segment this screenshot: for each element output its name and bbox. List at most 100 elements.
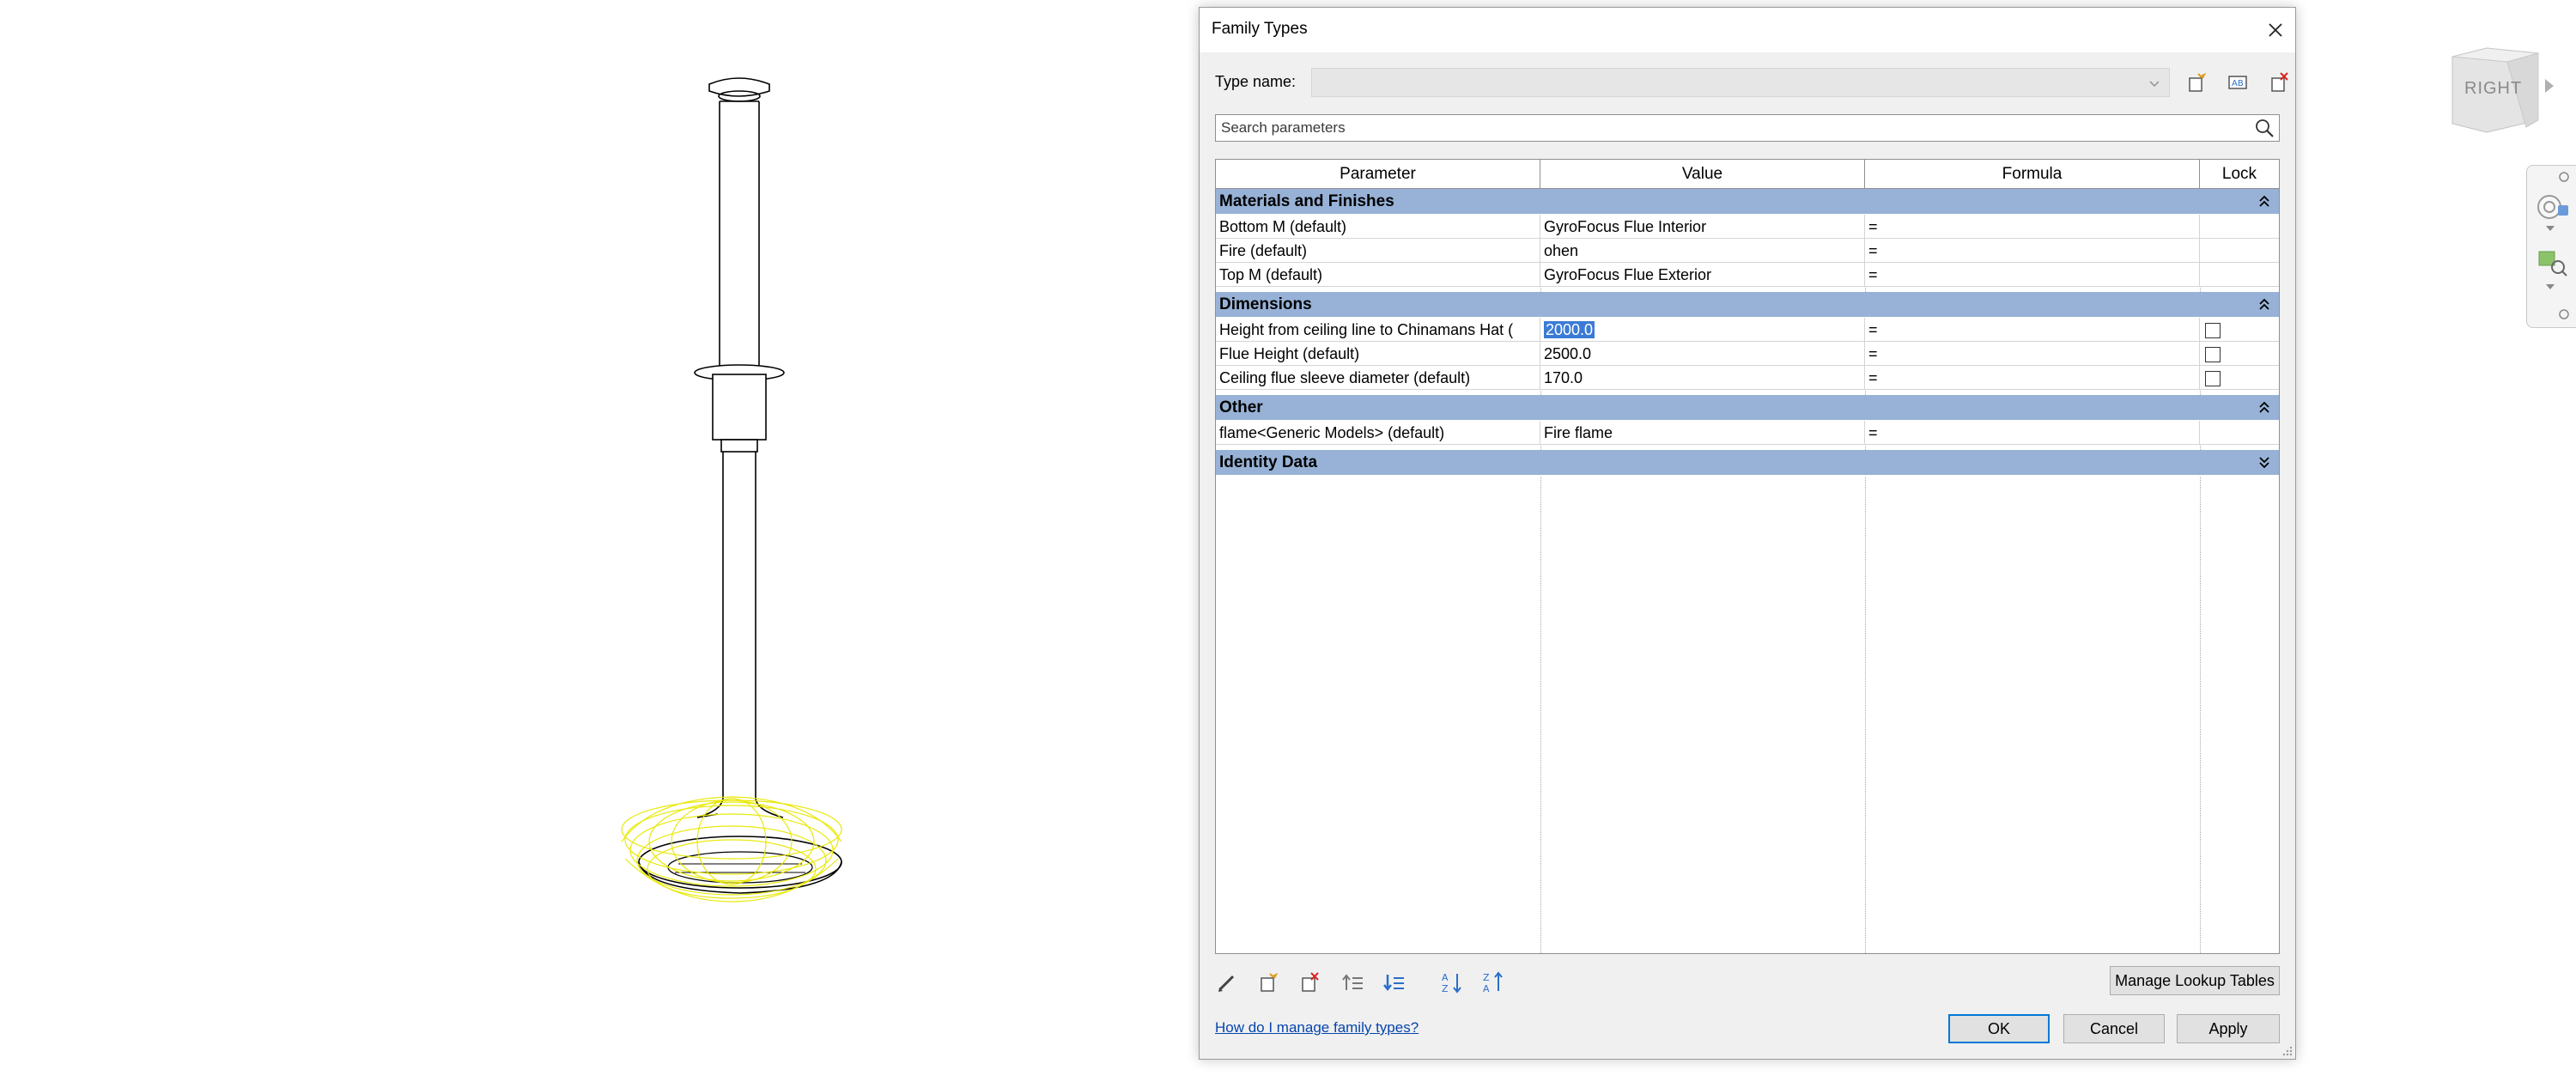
- column-header-lock[interactable]: Lock: [2200, 160, 2279, 189]
- parameter-formula[interactable]: =: [1865, 263, 2200, 287]
- new-type-icon: [2189, 72, 2207, 92]
- help-link[interactable]: How do I manage family types?: [1215, 1019, 1419, 1036]
- chevron-down-icon: [2149, 81, 2160, 88]
- parameter-formula[interactable]: =: [1865, 239, 2200, 263]
- delete-type-button[interactable]: [2264, 68, 2293, 97]
- parameter-name: Top M (default): [1216, 263, 1540, 287]
- parameter-formula[interactable]: =: [1865, 421, 2200, 445]
- fireplace-flue-model: [638, 77, 842, 894]
- parameter-formula[interactable]: =: [1865, 318, 2200, 342]
- new-parameter-icon: [1261, 972, 1279, 992]
- close-button[interactable]: [2256, 8, 2295, 52]
- move-down-button[interactable]: [1378, 968, 1409, 997]
- type-name-dropdown[interactable]: [1311, 68, 2170, 97]
- lock-checkbox[interactable]: [2205, 347, 2221, 362]
- edit-parameter-icon: [1218, 975, 1235, 992]
- apply-button[interactable]: Apply: [2177, 1014, 2280, 1043]
- parameter-lock: [2200, 366, 2279, 390]
- grid-header: Parameter Value Formula Lock: [1216, 160, 2279, 189]
- collapse-icon[interactable]: [2258, 194, 2270, 208]
- svg-text:Z: Z: [1483, 972, 1490, 983]
- new-parameter-button[interactable]: [1253, 968, 1284, 997]
- group-header-identity-data[interactable]: Identity Data: [1216, 450, 2279, 476]
- column-header-parameter[interactable]: Parameter: [1216, 160, 1540, 189]
- parameter-lock: [2200, 239, 2279, 263]
- group-label: Dimensions: [1219, 295, 1312, 313]
- flame-wireframe: [621, 796, 842, 903]
- parameter-name: Ceiling flue sleeve diameter (default): [1216, 366, 1540, 390]
- parameter-name: flame<Generic Models> (default): [1216, 421, 1540, 445]
- parameter-value[interactable]: ohen: [1540, 239, 1865, 263]
- table-row[interactable]: Top M (default) GyroFocus Flue Exterior …: [1216, 263, 2279, 287]
- parameter-value[interactable]: GyroFocus Flue Exterior: [1540, 263, 1865, 287]
- delete-parameter-button[interactable]: [1294, 968, 1325, 997]
- selected-value-text[interactable]: 2000.0: [1544, 321, 1595, 338]
- ok-button[interactable]: OK: [1948, 1014, 2050, 1043]
- parameter-value[interactable]: Fire flame: [1540, 421, 1865, 445]
- table-row[interactable]: Bottom M (default) GyroFocus Flue Interi…: [1216, 215, 2279, 239]
- steering-wheel-icon[interactable]: [2534, 191, 2572, 222]
- group-header-dimensions[interactable]: Dimensions: [1216, 292, 2279, 318]
- parameter-name: Bottom M (default): [1216, 215, 1540, 239]
- dialog-titlebar[interactable]: Family Types: [1200, 8, 2295, 52]
- delete-type-icon: [2271, 72, 2288, 92]
- move-up-button[interactable]: [1337, 968, 1368, 997]
- svg-text:A: A: [1442, 972, 1449, 983]
- cancel-button[interactable]: Cancel: [2063, 1014, 2165, 1043]
- move-down-icon: [1383, 975, 1404, 992]
- zoom-icon[interactable]: [2534, 248, 2572, 279]
- parameters-grid: Parameter Value Formula Lock Materials a…: [1215, 159, 2280, 954]
- svg-text:Z: Z: [1442, 983, 1449, 994]
- nav-options-icon[interactable]: [2558, 308, 2570, 320]
- manage-lookup-tables-button[interactable]: Manage Lookup Tables: [2110, 966, 2280, 995]
- group-label: Other: [1219, 398, 1263, 416]
- close-nav-bar-icon[interactable]: [2558, 171, 2570, 183]
- close-icon: [2269, 23, 2282, 37]
- svg-text:A: A: [1483, 983, 1490, 994]
- search-icon[interactable]: [2253, 117, 2275, 139]
- parameter-formula[interactable]: =: [1865, 342, 2200, 366]
- collapse-icon[interactable]: [2258, 400, 2270, 414]
- parameter-value-input[interactable]: 2000.0: [1540, 318, 1865, 342]
- group-label: Identity Data: [1219, 453, 1318, 471]
- expand-icon[interactable]: [2258, 455, 2270, 469]
- collapse-icon[interactable]: [2258, 297, 2270, 311]
- dialog-title: Family Types: [1212, 20, 1308, 38]
- group-label: Materials and Finishes: [1219, 192, 1394, 210]
- move-up-icon: [1342, 974, 1363, 990]
- new-type-button[interactable]: [2182, 68, 2211, 97]
- group-header-other[interactable]: Other: [1216, 395, 2279, 421]
- sort-ascending-button[interactable]: A Z: [1437, 968, 1467, 997]
- sort-ascending-icon: A Z: [1442, 972, 1461, 994]
- parameter-lock: [2200, 342, 2279, 366]
- parameter-formula[interactable]: =: [1865, 215, 2200, 239]
- parameter-value[interactable]: 170.0: [1540, 366, 1865, 390]
- lock-checkbox[interactable]: [2205, 371, 2221, 386]
- parameter-lock: [2200, 318, 2279, 342]
- sort-descending-button[interactable]: Z A: [1478, 968, 1509, 997]
- navigation-bar: [2526, 165, 2576, 328]
- table-row[interactable]: Fire (default) ohen =: [1216, 239, 2279, 263]
- search-parameters-box: [1215, 114, 2280, 142]
- rename-type-icon: AB: [2228, 76, 2247, 89]
- column-header-formula[interactable]: Formula: [1865, 160, 2200, 189]
- parameter-value[interactable]: 2500.0: [1540, 342, 1865, 366]
- resize-grip-icon[interactable]: [2281, 1045, 2293, 1057]
- table-row[interactable]: flame<Generic Models> (default) Fire fla…: [1216, 421, 2279, 445]
- parameter-lock: [2200, 263, 2279, 287]
- chevron-down-icon[interactable]: [2544, 283, 2556, 291]
- rename-type-button[interactable]: AB: [2223, 68, 2252, 97]
- group-header-materials[interactable]: Materials and Finishes: [1216, 189, 2279, 215]
- edit-parameter-button[interactable]: [1212, 968, 1242, 997]
- search-input[interactable]: [1219, 117, 2241, 139]
- column-header-value[interactable]: Value: [1540, 160, 1865, 189]
- view-cube[interactable]: RIGHT: [2435, 41, 2555, 144]
- chevron-down-icon[interactable]: [2544, 224, 2556, 233]
- table-row[interactable]: Height from ceiling line to Chinamans Ha…: [1216, 318, 2279, 342]
- table-row[interactable]: Flue Height (default) 2500.0 =: [1216, 342, 2279, 366]
- lock-checkbox[interactable]: [2205, 323, 2221, 338]
- parameter-value[interactable]: GyroFocus Flue Interior: [1540, 215, 1865, 239]
- view-cube-face-label: RIGHT: [2464, 79, 2523, 98]
- table-row[interactable]: Ceiling flue sleeve diameter (default) 1…: [1216, 366, 2279, 390]
- parameter-formula[interactable]: =: [1865, 366, 2200, 390]
